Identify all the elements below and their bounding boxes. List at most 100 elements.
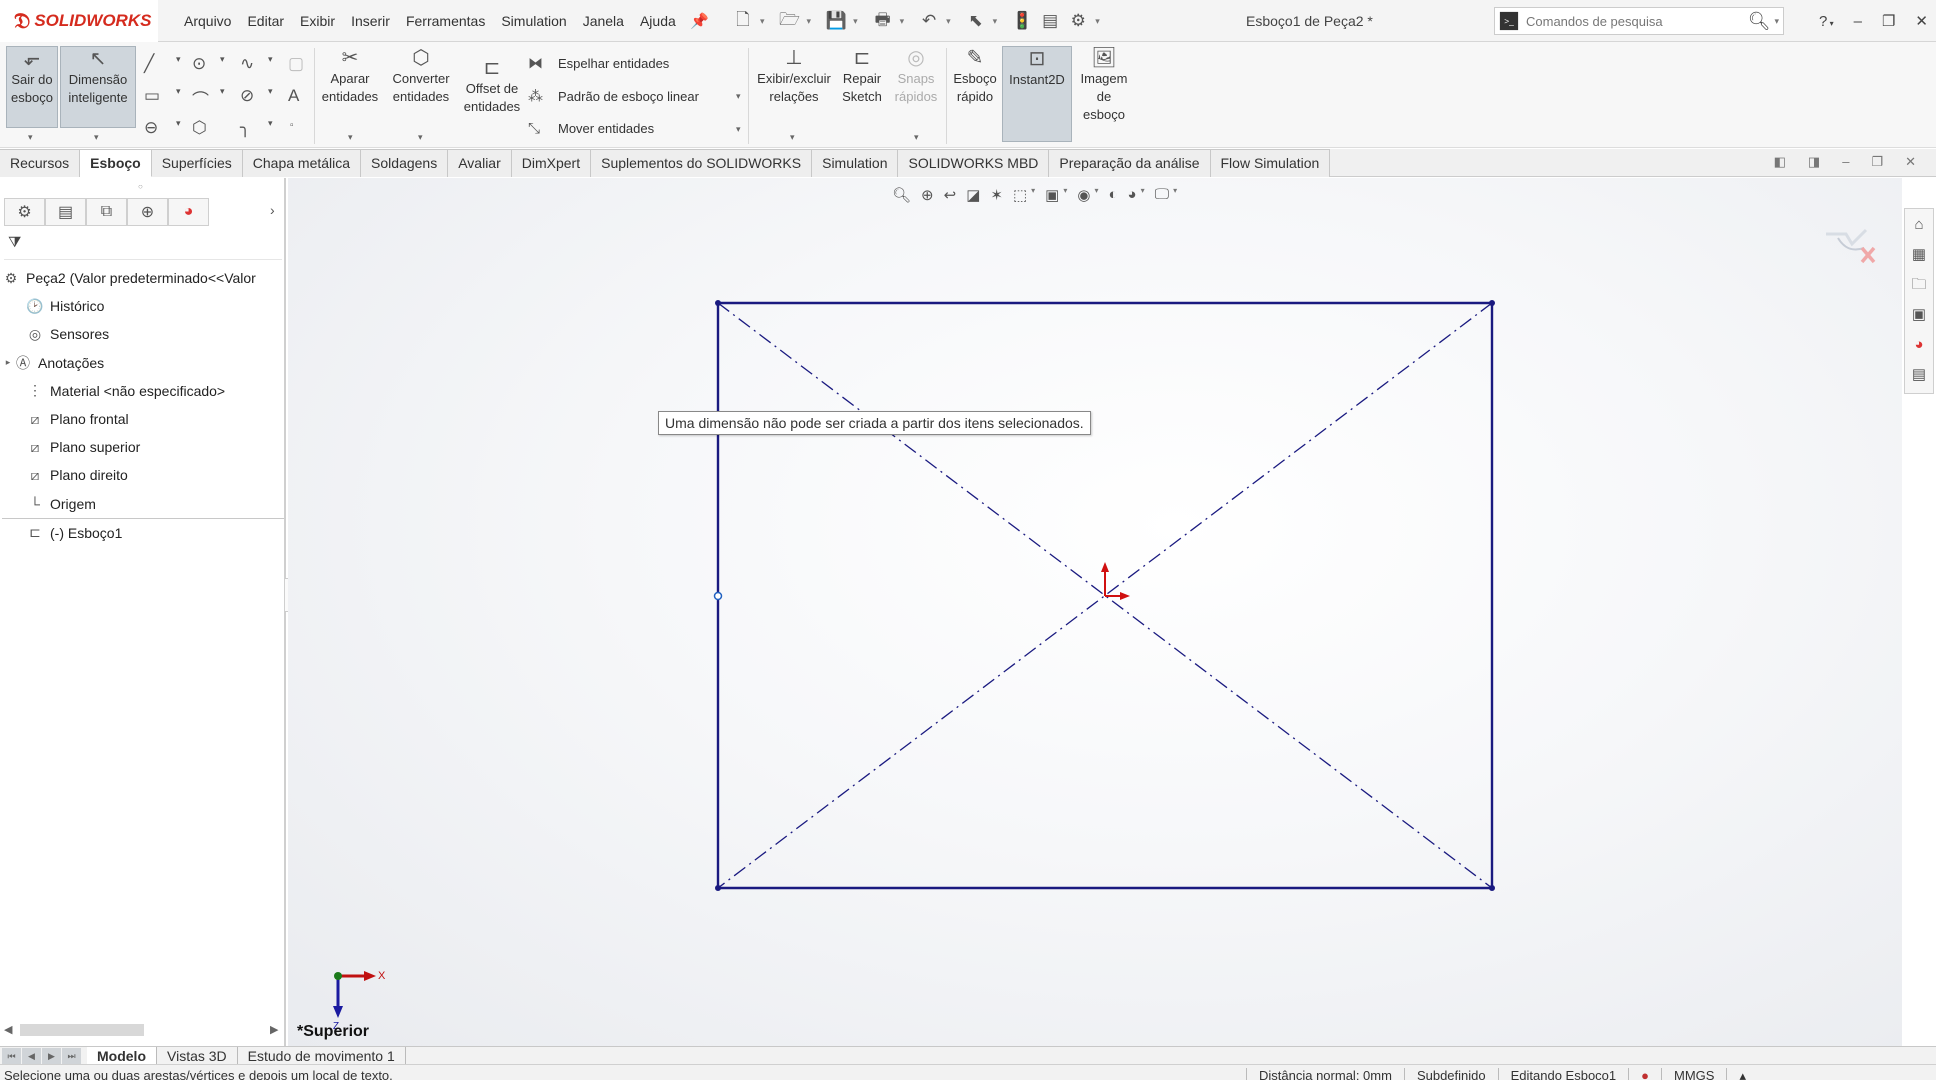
doc-close-icon[interactable]: ✕ — [1905, 154, 1916, 170]
point-tool-icon[interactable]: ▫ — [290, 120, 294, 131]
tab-flow-simulation[interactable]: Flow Simulation — [1210, 149, 1331, 177]
view-palette-icon[interactable]: ▣ — [1912, 303, 1926, 327]
tree-item[interactable]: 🕑 Histórico — [0, 292, 286, 320]
arc-dropdown-icon[interactable]: ▾ — [220, 86, 225, 97]
tile-left-icon[interactable]: ◧ — [1774, 154, 1786, 170]
rapid-sketch-button[interactable]: ✎ Esboço rápido — [950, 46, 1000, 106]
vertex-bottom-left[interactable] — [715, 885, 721, 891]
convert-entities-button[interactable]: ⬡ Converter entidades — [386, 46, 456, 106]
solidworks-logo[interactable]: 𝔇 SOLIDWORKS — [0, 0, 158, 42]
tab-avaliar[interactable]: Avaliar — [448, 149, 512, 177]
spline-tool-icon[interactable]: ∿ — [240, 54, 254, 74]
scroll-thumb[interactable] — [20, 1024, 144, 1036]
convert-dropdown-icon[interactable]: ▾ — [418, 132, 423, 143]
tree-item-sketch[interactable]: ⊏ (-) Esboço1 — [0, 519, 286, 547]
next-tab-icon[interactable]: ▶ — [42, 1047, 61, 1064]
units-dropdown-icon[interactable]: ▴ — [1726, 1068, 1758, 1080]
first-tab-icon[interactable]: ⏮ — [2, 1047, 21, 1064]
file-explorer-icon[interactable]: 🗀 — [1911, 273, 1926, 297]
undo-icon[interactable]: ↶ — [918, 11, 940, 31]
tile-right-icon[interactable]: ◨ — [1808, 154, 1820, 170]
rebuild-icon[interactable]: 🚦 — [1011, 11, 1033, 31]
circle-dropdown-icon[interactable]: ▾ — [220, 54, 225, 65]
rectangle-dropdown-icon[interactable]: ▾ — [176, 86, 181, 97]
panel-expand-chevron-icon[interactable]: › — [270, 202, 275, 218]
menu-simulation[interactable]: Simulation — [493, 13, 574, 29]
save-icon[interactable]: 💾 — [825, 11, 847, 31]
slot-tool-icon[interactable]: ⊖ — [144, 118, 158, 138]
graphics-area[interactable]: 🔍︎ ⊕ ↩ ◪ ✶ ⬚ ▾ ▣ ▾ ◉ ▾ ◐ ◕ ▾ 🖵 ▾ X Z Uma… — [288, 178, 1902, 1046]
help-icon[interactable]: ? ▾ — [1819, 13, 1834, 30]
move-entities-button[interactable]: ⤡ Mover entidades — [528, 120, 654, 137]
open-folder-icon[interactable]: 🗁 — [779, 7, 801, 36]
vertex-top-left[interactable] — [715, 300, 721, 306]
menu-janela[interactable]: Janela — [575, 13, 632, 29]
sketch-picture-button[interactable]: 🖼 Imagem de esboço — [1076, 46, 1132, 124]
cancel-x-icon[interactable] — [1860, 246, 1876, 264]
polygon-tool-icon[interactable]: ⬡ — [192, 118, 207, 138]
status-units[interactable]: MMGS — [1661, 1068, 1726, 1080]
panel-grip-icon[interactable]: ○ — [138, 182, 143, 191]
instant2d-button[interactable]: ⊡ Instant2D — [1002, 46, 1072, 142]
spline-dropdown-icon[interactable]: ▾ — [268, 54, 273, 65]
print-icon[interactable]: 🖶 — [872, 7, 894, 36]
rectangle-tool-icon[interactable]: ▭ — [144, 86, 160, 106]
trim-dropdown-icon[interactable]: ▾ — [348, 132, 353, 143]
tree-root-part[interactable]: ⚙ Peça2 (Valor predeterminado<<Valor — [0, 264, 286, 292]
exit-sketch-dropdown-icon[interactable]: ▾ — [28, 132, 33, 143]
circle-tool-icon[interactable]: ⊙ — [192, 54, 206, 74]
quick-snaps-button[interactable]: ◎ Snaps rápidos — [890, 46, 942, 106]
pin-menu-icon[interactable]: 📌 — [690, 12, 709, 30]
offset-entities-button[interactable]: ⊏ Offset de entidades — [460, 56, 524, 116]
custom-properties-icon[interactable]: ▤ — [1912, 363, 1926, 387]
panel-horizontal-scrollbar[interactable]: ◀ ▶ — [0, 1020, 284, 1038]
options-gear-icon[interactable]: ⚙ — [1067, 11, 1089, 31]
menu-ajuda[interactable]: Ajuda — [632, 13, 684, 29]
doc-minimize-icon[interactable]: – — [1842, 154, 1849, 170]
search-input[interactable]: Comandos de pesquisa — [1526, 14, 1748, 29]
save-dropdown-icon[interactable]: ▾ — [853, 16, 858, 27]
vertex-top-right[interactable] — [1489, 300, 1495, 306]
menu-ferramentas[interactable]: Ferramentas — [398, 13, 493, 29]
line-tool-icon[interactable]: ╱ — [144, 54, 154, 74]
last-tab-icon[interactable]: ⏭ — [62, 1047, 81, 1064]
arc-tool-icon[interactable]: ⌒ — [192, 86, 209, 111]
tab-recursos[interactable]: Recursos — [0, 149, 81, 177]
smart-dimension-button[interactable]: ↖ Dimensão inteligente — [60, 46, 136, 128]
close-icon[interactable]: ✕ — [1915, 12, 1928, 30]
slot-dropdown-icon[interactable]: ▾ — [176, 118, 181, 129]
tab-superfícies[interactable]: Superfícies — [151, 149, 243, 177]
trim-entities-button[interactable]: ✂ Aparar entidades — [318, 46, 382, 106]
prev-tab-icon[interactable]: ◀ — [22, 1047, 41, 1064]
fillet-tool-icon[interactable]: ╮ — [240, 118, 250, 138]
tab-suplementos-do-solidworks[interactable]: Suplementos do SOLIDWORKS — [591, 149, 813, 177]
bottom-tab-2[interactable]: Vistas 3D — [157, 1046, 238, 1065]
solidworks-resources-icon[interactable]: ⌂ — [1914, 213, 1923, 237]
ellipse-tool-icon[interactable]: ⊘ — [240, 86, 254, 106]
mirror-entities-button[interactable]: ⧓ Espelhar entidades — [528, 54, 669, 72]
surface-tool-icon[interactable]: ▢ — [288, 54, 304, 74]
exit-sketch-button[interactable]: ⬐ Sair do esboço — [6, 46, 58, 128]
menu-exibir[interactable]: Exibir — [292, 13, 343, 29]
sketch-origin-icon[interactable] — [1101, 562, 1130, 600]
scroll-right-icon[interactable]: ▶ — [270, 1023, 278, 1036]
linear-pattern-button[interactable]: ⁂ Padrão de esboço linear — [528, 87, 699, 105]
fillet-dropdown-icon[interactable]: ▾ — [268, 118, 273, 129]
tab-preparação-da-análise[interactable]: Preparação da análise — [1049, 149, 1211, 177]
new-document-icon[interactable]: 🗋 — [732, 7, 754, 36]
midpoint-left-edge[interactable] — [713, 591, 723, 601]
tab-chapa-metálica[interactable]: Chapa metálica — [242, 149, 362, 177]
search-icon[interactable]: 🔍︎ — [1748, 11, 1771, 32]
file-properties-icon[interactable]: ▤ — [1039, 11, 1061, 31]
bottom-tab-3[interactable]: Estudo de movimento 1 — [238, 1046, 406, 1065]
tab-solidworks-mbd[interactable]: SOLIDWORKS MBD — [898, 149, 1050, 177]
new-dropdown-icon[interactable]: ▾ — [760, 16, 765, 27]
options-dropdown-icon[interactable]: ▾ — [1095, 16, 1100, 27]
tree-item[interactable]: ◎ Sensores — [0, 320, 286, 348]
relations-dropdown-icon[interactable]: ▾ — [790, 132, 795, 143]
filter-icon[interactable]: ⧩ — [8, 234, 21, 251]
undo-dropdown-icon[interactable]: ▾ — [946, 16, 951, 27]
tab-dimxpert[interactable]: DimXpert — [511, 149, 592, 177]
configuration-manager-tab-icon[interactable]: ⧉ — [86, 198, 127, 226]
print-dropdown-icon[interactable]: ▾ — [900, 16, 905, 27]
